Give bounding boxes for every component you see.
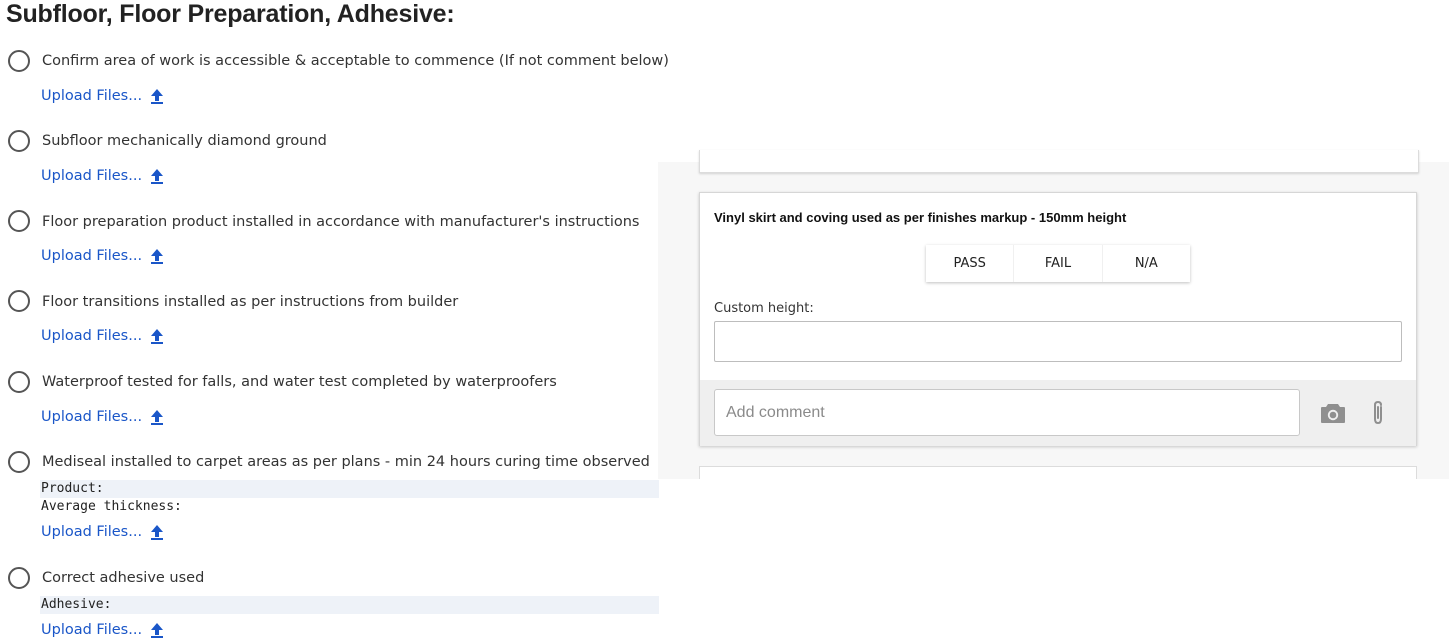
upload-files-label: Upload Files... [41,248,143,264]
card-title: Vinyl skirt and coving used as per finis… [714,210,1127,225]
upload-files-link[interactable]: Upload Files... [41,88,164,104]
previous-card [699,150,1419,173]
radio-unchecked-icon[interactable] [8,290,30,312]
checklist-item-label: Confirm area of work is accessible & acc… [42,53,669,69]
upload-files-label: Upload Files... [41,409,143,425]
custom-height-label: Custom height: [714,301,814,316]
upload-arrow-icon [151,525,164,540]
custom-height-input[interactable] [714,321,1402,362]
checklist-item-label: Waterproof tested for falls, and water t… [42,374,557,390]
pass-fail-selector: PASS FAIL N/A [926,245,1190,282]
upload-files-link[interactable]: Upload Files... [41,409,164,425]
upload-files-link[interactable]: Upload Files... [41,524,164,540]
upload-files-label: Upload Files... [41,524,143,540]
radio-unchecked-icon[interactable] [8,567,30,589]
radio-unchecked-icon[interactable] [8,451,30,473]
upload-arrow-icon [151,410,164,425]
section-title: Subfloor, Floor Preparation, Adhesive: [6,0,455,28]
upload-files-label: Upload Files... [41,88,143,104]
fail-button[interactable]: FAIL [1014,245,1103,282]
upload-arrow-icon [151,89,164,104]
upload-arrow-icon [151,249,164,264]
checklist-item-label: Floor transitions installed as per instr… [42,294,459,310]
na-button[interactable]: N/A [1103,245,1190,282]
upload-arrow-icon [151,329,164,344]
paperclip-icon[interactable] [1370,400,1386,427]
upload-files-label: Upload Files... [41,328,143,344]
upload-files-label: Upload Files... [41,168,143,184]
upload-files-link[interactable]: Upload Files... [41,248,164,264]
radio-unchecked-icon[interactable] [8,50,30,72]
product-field[interactable]: Product: [40,480,659,498]
upload-arrow-icon [151,169,164,184]
pass-button[interactable]: PASS [926,245,1015,282]
radio-unchecked-icon[interactable] [8,371,30,393]
adhesive-field[interactable]: Adhesive: [40,596,659,614]
radio-unchecked-icon[interactable] [8,210,30,232]
upload-files-link[interactable]: Upload Files... [41,168,164,184]
average-thickness-field[interactable]: Average thickness: [41,498,182,516]
checklist-item-label: Floor preparation product installed in a… [42,214,640,230]
camera-icon[interactable] [1320,402,1346,424]
upload-arrow-icon [151,623,164,638]
upload-files-label: Upload Files... [41,622,143,638]
checklist-item-label: Subfloor mechanically diamond ground [42,133,327,149]
comment-bar: Add comment [700,380,1416,446]
upload-files-link[interactable]: Upload Files... [41,328,164,344]
upload-files-link[interactable]: Upload Files... [41,622,164,638]
radio-unchecked-icon[interactable] [8,130,30,152]
next-card [699,466,1417,479]
checklist-item-label: Mediseal installed to carpet areas as pe… [42,454,650,470]
checklist-item-label: Correct adhesive used [42,570,205,586]
inspection-card: Vinyl skirt and coving used as per finis… [699,192,1417,446]
comment-input[interactable]: Add comment [714,389,1300,436]
